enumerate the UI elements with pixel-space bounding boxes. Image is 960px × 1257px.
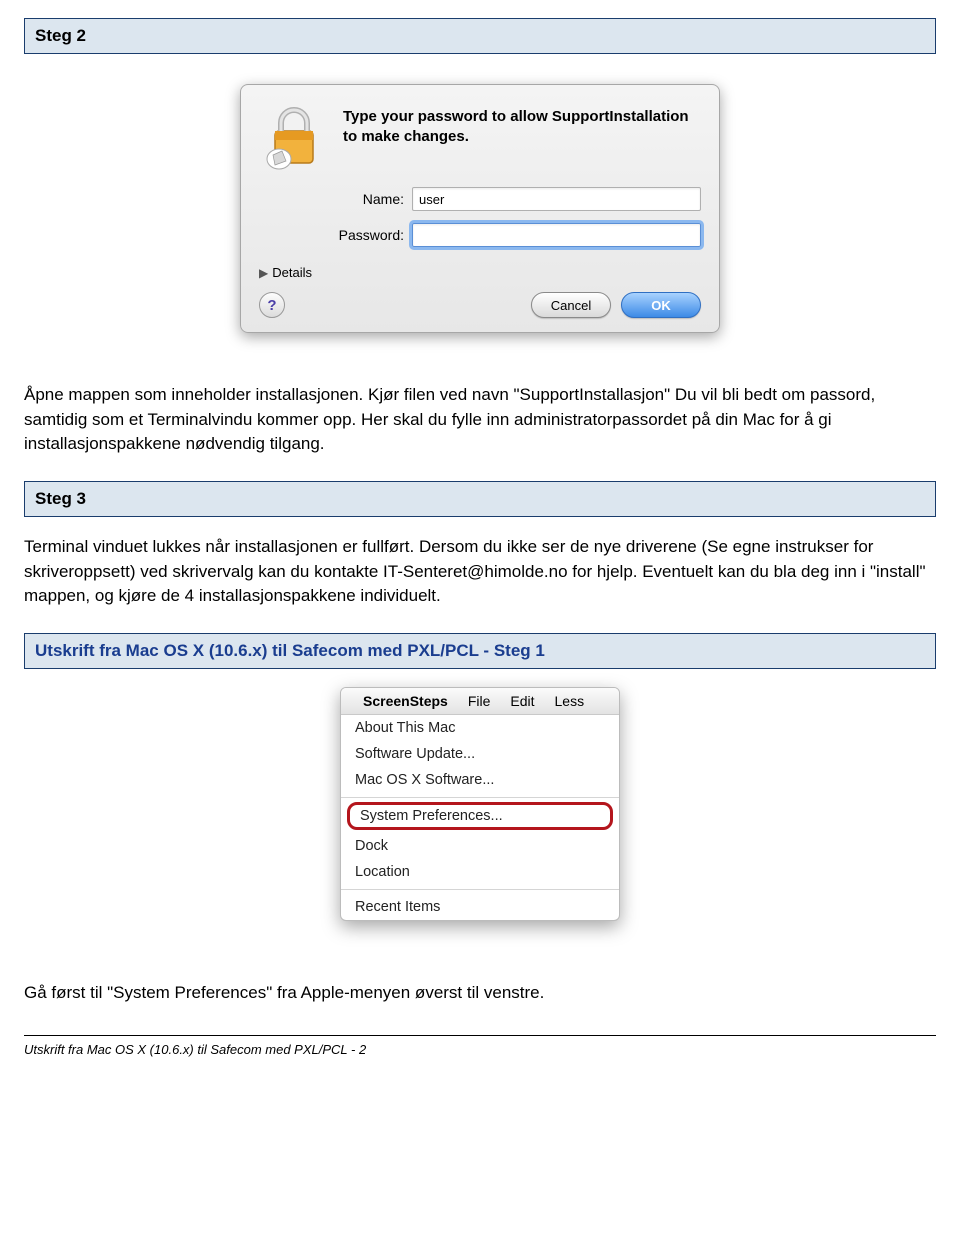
menubar-less[interactable]: Less [547,691,593,711]
password-label: Password: [259,227,404,243]
menu-separator [341,889,619,890]
footer-rule [24,1035,936,1036]
menu-item-macosx-software[interactable]: Mac OS X Software... [341,767,619,793]
help-icon: ? [267,297,276,314]
steg2-body-text: Åpne mappen som inneholder installasjone… [24,383,936,457]
section-header-steg3: Steg 3 [24,481,936,517]
name-label: Name: [259,191,404,207]
apple-menu: ScreenSteps File Edit Less About This Ma… [340,687,620,921]
lock-icon [259,103,329,175]
menubar-edit[interactable]: Edit [502,691,542,711]
utskrift-body-text: Gå først til "System Preferences" fra Ap… [24,981,936,1006]
details-disclosure[interactable]: ▶ Details [259,265,701,280]
password-input[interactable] [412,223,701,247]
menu-item-system-preferences[interactable]: System Preferences... [347,802,613,830]
menu-item-location[interactable]: Location [341,859,619,885]
menubar-app-name[interactable]: ScreenSteps [355,691,456,711]
section-header-utskrift: Utskrift fra Mac OS X (10.6.x) til Safec… [24,633,936,669]
menu-item-recent[interactable]: Recent Items [341,894,619,920]
dialog-button-row: ? Cancel OK [259,292,701,318]
name-input[interactable] [412,187,701,211]
help-button[interactable]: ? [259,292,285,318]
apple-menu-screenshot: ScreenSteps File Edit Less About This Ma… [24,687,936,921]
details-label: Details [272,265,312,280]
footer-text: Utskrift fra Mac OS X (10.6.x) til Safec… [24,1042,936,1057]
name-field-row: Name: [259,187,701,211]
password-dialog: Type your password to allow SupportInsta… [240,84,720,333]
steg3-body-text: Terminal vinduet lukkes når installasjon… [24,535,936,609]
menu-item-about[interactable]: About This Mac [341,715,619,741]
menu-item-dock[interactable]: Dock [341,833,619,859]
dialog-title: Type your password to allow SupportInsta… [343,103,701,148]
dialog-top-row: Type your password to allow SupportInsta… [259,103,701,175]
menu-separator [341,797,619,798]
section-header-steg2: Steg 2 [24,18,936,54]
menubar: ScreenSteps File Edit Less [341,688,619,715]
password-field-row: Password: [259,223,701,247]
menu-item-software-update[interactable]: Software Update... [341,741,619,767]
dialog-container: Type your password to allow SupportInsta… [24,84,936,333]
ok-button[interactable]: OK [621,292,701,318]
cancel-button[interactable]: Cancel [531,292,611,318]
disclosure-triangle-icon: ▶ [259,266,268,280]
menubar-file[interactable]: File [460,691,499,711]
